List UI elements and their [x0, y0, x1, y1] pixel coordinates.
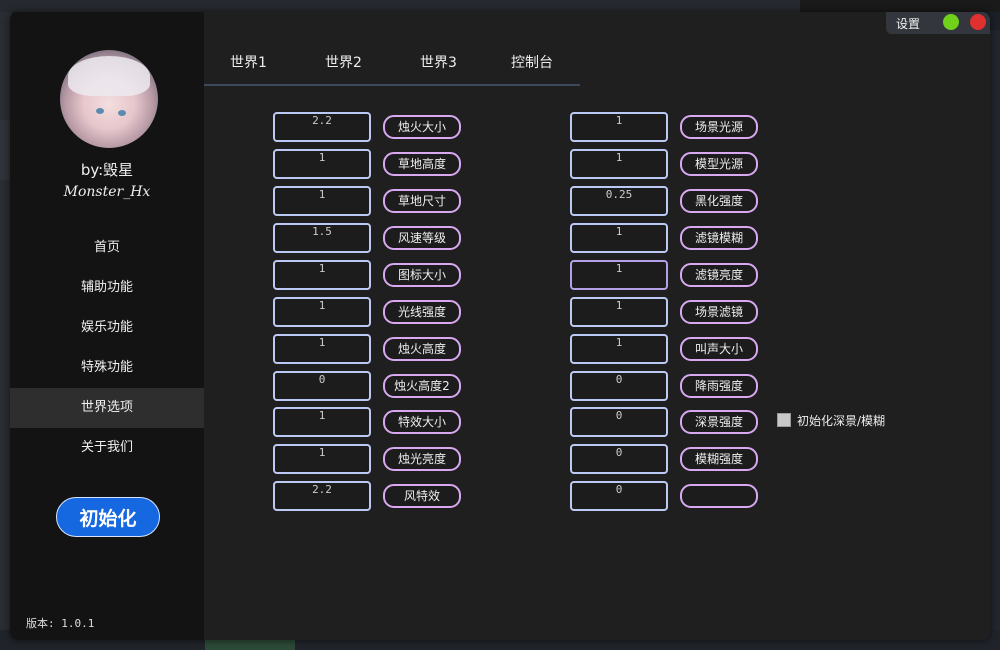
value-field[interactable]: 2.2: [273, 481, 371, 511]
param-chip[interactable]: 风特效: [383, 484, 461, 508]
value-field[interactable]: 1: [570, 334, 668, 364]
value-field[interactable]: 1: [273, 297, 371, 327]
avatar-eye-left: [96, 108, 104, 114]
minimize-icon[interactable]: [943, 14, 959, 30]
value-field[interactable]: 1: [570, 149, 668, 179]
param-chip[interactable]: 烛火高度2: [383, 374, 461, 398]
desktop-background-top-right: [800, 0, 1000, 12]
param-chip[interactable]: 叫声大小: [680, 337, 758, 361]
value-field[interactable]: 1: [570, 112, 668, 142]
value-field[interactable]: 0: [570, 444, 668, 474]
version-label: 版本: 1.0.1: [26, 617, 95, 630]
value-field[interactable]: 0: [570, 407, 668, 437]
nav-item-home[interactable]: 首页: [10, 228, 204, 268]
sidebar: by:毁星 Monster_Hx 首页 辅助功能 娱乐功能 特殊功能 世界选项 …: [10, 12, 204, 640]
param-chip[interactable]: 烛火高度: [383, 337, 461, 361]
nav-item-about[interactable]: 关于我们: [10, 428, 204, 468]
value-field[interactable]: 0: [570, 481, 668, 511]
param-chip[interactable]: 场景滤镜: [680, 300, 758, 324]
sidebar-nav: 首页 辅助功能 娱乐功能 特殊功能 世界选项 关于我们: [10, 228, 204, 468]
value-field[interactable]: 1: [273, 334, 371, 364]
param-chip[interactable]: 草地高度: [383, 152, 461, 176]
param-chip[interactable]: 烛火大小: [383, 115, 461, 139]
value-field[interactable]: 0.25: [570, 186, 668, 216]
titlebar-controls: 设置: [886, 12, 990, 34]
value-field[interactable]: 1: [570, 223, 668, 253]
param-chip-empty[interactable]: [680, 484, 758, 508]
settings-button[interactable]: 设置: [896, 15, 920, 32]
param-chip[interactable]: 滤镜亮度: [680, 263, 758, 287]
nav-item-world-options[interactable]: 世界选项: [10, 388, 204, 428]
tab-world-1[interactable]: 世界1: [230, 52, 267, 72]
param-chip[interactable]: 光线强度: [383, 300, 461, 324]
initialize-button[interactable]: 初始化: [56, 497, 160, 537]
tab-world-3[interactable]: 世界3: [420, 52, 457, 72]
param-chip[interactable]: 降雨强度: [680, 374, 758, 398]
param-chip[interactable]: 烛光亮度: [383, 447, 461, 471]
value-field[interactable]: 0: [273, 371, 371, 401]
value-field[interactable]: 1: [273, 260, 371, 290]
tab-world-2[interactable]: 世界2: [325, 52, 362, 72]
param-chip[interactable]: 特效大小: [383, 410, 461, 434]
value-field[interactable]: 1: [570, 297, 668, 327]
byline: by:毁星: [80, 161, 134, 179]
value-field[interactable]: 1.5: [273, 223, 371, 253]
value-field[interactable]: 0: [570, 371, 668, 401]
param-chip[interactable]: 黑化强度: [680, 189, 758, 213]
param-chip[interactable]: 图标大小: [383, 263, 461, 287]
value-field[interactable]: 1: [273, 186, 371, 216]
app-window: by:毁星 Monster_Hx 首页 辅助功能 娱乐功能 特殊功能 世界选项 …: [10, 12, 990, 640]
value-field[interactable]: 1: [273, 407, 371, 437]
nav-item-entertainment[interactable]: 娱乐功能: [10, 308, 204, 348]
author-name: Monster_Hx: [63, 184, 151, 200]
close-icon[interactable]: [970, 14, 986, 30]
param-chip[interactable]: 模糊强度: [680, 447, 758, 471]
nav-item-special[interactable]: 特殊功能: [10, 348, 204, 388]
avatar-hair: [68, 56, 150, 96]
value-field[interactable]: 1: [273, 149, 371, 179]
tab-bar: 世界1 世界2 世界3 控制台: [204, 42, 580, 86]
init-depth-blur-checkbox[interactable]: [777, 413, 791, 427]
avatar-eye-right: [118, 110, 126, 116]
param-chip[interactable]: 滤镜模糊: [680, 226, 758, 250]
nav-item-assist[interactable]: 辅助功能: [10, 268, 204, 308]
param-chip[interactable]: 深景强度: [680, 410, 758, 434]
avatar: [60, 50, 158, 148]
init-depth-blur-label: 初始化深景/模糊: [797, 414, 886, 428]
value-field[interactable]: 2.2: [273, 112, 371, 142]
value-field-focused[interactable]: 1: [570, 260, 668, 290]
tab-console[interactable]: 控制台: [511, 52, 553, 72]
value-field[interactable]: 1: [273, 444, 371, 474]
param-chip[interactable]: 模型光源: [680, 152, 758, 176]
param-chip[interactable]: 草地尺寸: [383, 189, 461, 213]
param-chip[interactable]: 风速等级: [383, 226, 461, 250]
param-chip[interactable]: 场景光源: [680, 115, 758, 139]
